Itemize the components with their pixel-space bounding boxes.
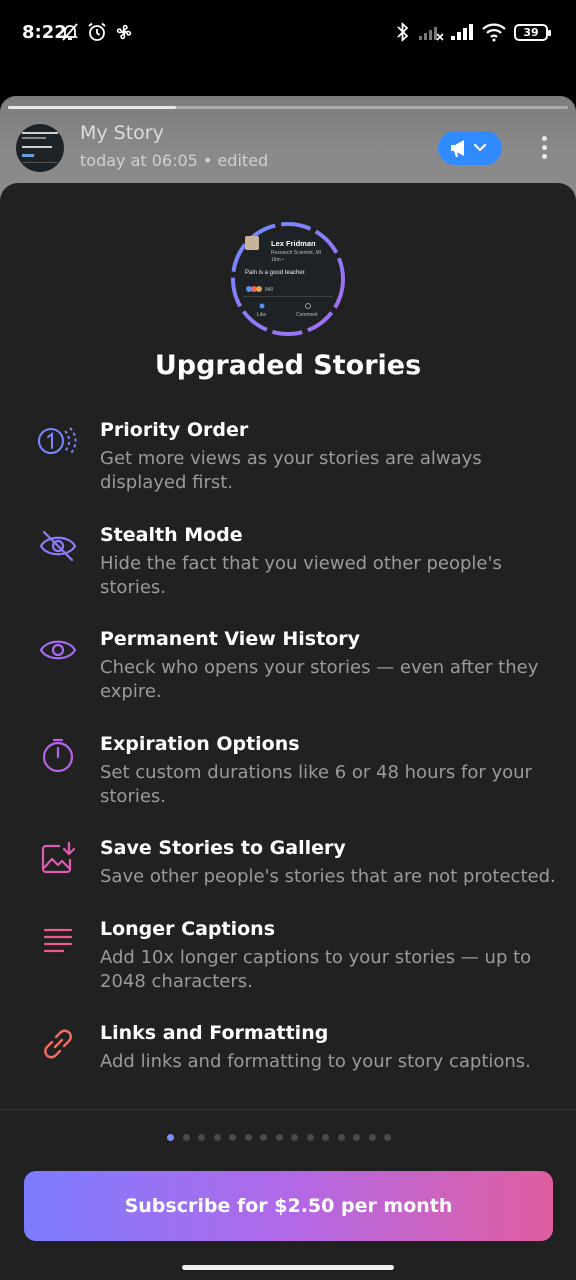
story-title: My Story xyxy=(80,122,164,144)
reaction-count: 840 xyxy=(265,287,274,293)
bell-off-icon xyxy=(61,23,79,41)
battery-indicator: 39 xyxy=(514,24,551,41)
page-dot xyxy=(182,1134,190,1141)
post-author-photo xyxy=(245,236,259,250)
timer-icon xyxy=(42,738,74,773)
sheet-title: Upgraded Stories xyxy=(154,350,422,381)
feature-description: Get more views as your stories are alway… xyxy=(100,448,482,493)
page-dot xyxy=(368,1134,376,1141)
save-to-gallery-icon xyxy=(41,841,76,874)
fan-icon xyxy=(116,24,132,40)
post-time: 16m • xyxy=(271,257,284,263)
feature-description: Add 10x longer captions to your stories … xyxy=(100,947,532,992)
post-author: Lex Fridman xyxy=(271,239,316,248)
feature-description: Save other people's stories that are not… xyxy=(100,866,556,887)
bluetooth-icon xyxy=(397,22,409,42)
feature-title: Longer Captions xyxy=(100,918,276,940)
feature-description: Add links and formatting to your story c… xyxy=(100,1051,531,1072)
page-dot xyxy=(213,1134,221,1141)
like-label: Like xyxy=(257,312,266,318)
page-indicator xyxy=(167,1134,391,1142)
page-dot xyxy=(384,1134,391,1141)
signal-no-sim-icon xyxy=(419,27,444,41)
feature-description: Check who opens your stories — even afte… xyxy=(100,657,539,702)
more-options-button[interactable] xyxy=(530,134,558,164)
feature-title: Permanent View History xyxy=(100,628,360,650)
page-dot xyxy=(291,1134,298,1141)
priority-order-icon xyxy=(38,427,77,455)
avatar-story-thumbnail xyxy=(22,132,58,163)
eye-icon xyxy=(39,640,77,660)
link-icon xyxy=(44,1029,72,1059)
feature-title: Links and Formatting xyxy=(100,1022,329,1044)
post-headline: Research Scientist, MI xyxy=(271,250,321,256)
feature-title: Expiration Options xyxy=(100,733,300,755)
page-dot xyxy=(229,1134,236,1141)
upgraded-stories-sheet xyxy=(0,183,576,1280)
hero-story-preview: Lex Fridman Research Scientist, MI 16m •… xyxy=(231,222,345,336)
wifi-icon xyxy=(482,23,506,42)
page-dot xyxy=(337,1134,345,1141)
page-dot xyxy=(275,1134,283,1141)
alarm-icon xyxy=(88,22,106,41)
story-subtitle: today at 06:05 • edited xyxy=(80,151,269,170)
page-dot xyxy=(198,1134,205,1141)
stealth-eye-off-icon xyxy=(39,530,77,562)
feature-description: Hide the fact that you viewed other peop… xyxy=(100,553,502,598)
page-dot xyxy=(306,1134,314,1141)
feature-title: Stealth Mode xyxy=(100,524,243,546)
megaphone-icon xyxy=(451,140,487,157)
story-progress-fill xyxy=(8,106,176,109)
lines-icon xyxy=(43,928,73,953)
page-dot xyxy=(167,1134,174,1141)
post-text: Pain is a good teacher. xyxy=(245,270,306,276)
story-progress-bar xyxy=(8,106,568,109)
share-story-button[interactable] xyxy=(438,131,502,165)
comment-label: Comment xyxy=(296,312,318,318)
page-dot xyxy=(322,1134,329,1141)
page-dot xyxy=(260,1134,267,1141)
home-indicator[interactable] xyxy=(182,1265,394,1270)
avatar[interactable] xyxy=(16,124,64,172)
feature-title: Save Stories to Gallery xyxy=(100,837,346,859)
subscribe-button[interactable]: Subscribe for $2.50 per month xyxy=(24,1171,553,1241)
page-dot xyxy=(353,1134,360,1141)
feature-description: Set custom durations like 6 or 48 hours … xyxy=(100,762,532,807)
divider xyxy=(0,1109,576,1110)
page-dot xyxy=(244,1134,252,1141)
status-bar: 8:22 39 xyxy=(0,0,576,70)
signal-icon xyxy=(451,24,473,40)
feature-title: Priority Order xyxy=(100,419,249,441)
